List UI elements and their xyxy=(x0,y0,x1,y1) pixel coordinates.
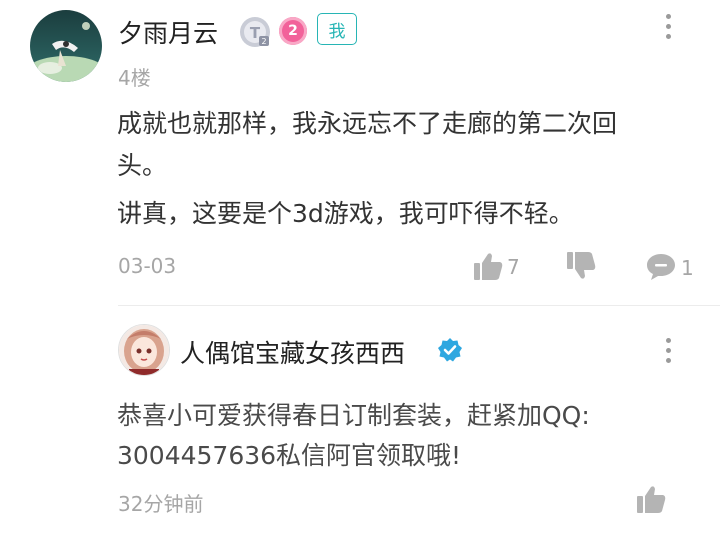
comment-line-3: 讲真，这要是个3d游戏，我可吓得不轻。 xyxy=(117,199,574,228)
verified-icon xyxy=(437,337,463,363)
thumbs-up-icon xyxy=(637,486,666,513)
username[interactable]: 夕雨月云 xyxy=(118,14,218,50)
me-tag-label: 我 xyxy=(328,21,346,42)
divider xyxy=(118,305,720,306)
more-options-icon[interactable] xyxy=(666,14,672,44)
comment-line-2: 头。 xyxy=(117,151,168,180)
level-badge: 2 xyxy=(279,17,307,45)
avatar[interactable] xyxy=(118,324,170,376)
thumbs-up-icon xyxy=(474,253,503,280)
like-count: 7 xyxy=(507,255,520,279)
like-button[interactable]: 7 xyxy=(472,250,532,284)
svg-text:2: 2 xyxy=(261,37,266,46)
dislike-button[interactable] xyxy=(565,250,599,284)
reply-line-1: 恭喜小可爱获得春日订制套装，赶紧加QQ: xyxy=(117,401,590,430)
avatar[interactable] xyxy=(30,10,102,82)
comment-bubble-icon xyxy=(647,254,675,280)
reply-line-2: 3004457636私信阿官领取哦! xyxy=(117,441,462,470)
reply-button[interactable]: 1 xyxy=(645,252,705,284)
reply-time: 32分钟前 xyxy=(118,492,204,516)
level-badge-number: 2 xyxy=(288,23,298,39)
me-tag: 我 xyxy=(317,13,357,45)
comment-line-1: 成就也就那样，我永远忘不了走廊的第二次回 xyxy=(117,109,618,138)
reply-username[interactable]: 人偶馆宝藏女孩西西 xyxy=(180,334,405,370)
reply-count: 1 xyxy=(681,256,694,280)
comment-date: 03-03 xyxy=(118,254,177,278)
vip-badge-icon: T 2 xyxy=(239,16,271,48)
more-options-icon[interactable] xyxy=(666,338,672,368)
floor-number: 4楼 xyxy=(118,66,151,90)
reply-like-button[interactable] xyxy=(635,483,669,517)
thumbs-down-icon xyxy=(567,252,596,279)
